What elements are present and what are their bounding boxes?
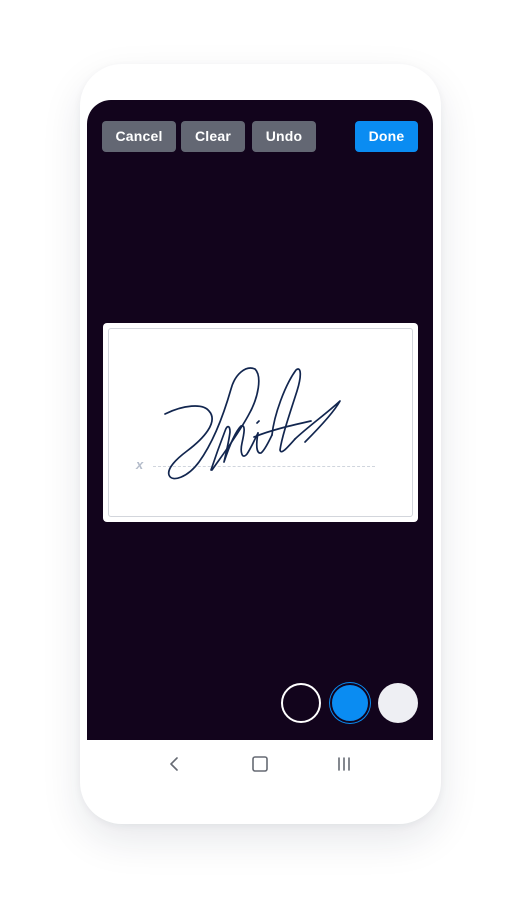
recents-icon[interactable] [330, 750, 358, 778]
home-icon[interactable] [246, 750, 274, 778]
signature-pad[interactable]: x [108, 328, 413, 517]
android-nav-bar [87, 740, 433, 788]
signature-drawing [164, 367, 341, 480]
cancel-button[interactable]: Cancel [102, 121, 176, 152]
signature-screen: Cancel Clear Undo Done x [87, 100, 433, 740]
undo-button[interactable]: Undo [252, 121, 316, 152]
clear-button[interactable]: Clear [181, 121, 245, 152]
color-swatch-white[interactable] [378, 683, 418, 723]
color-swatch-blue[interactable] [330, 683, 370, 723]
done-button[interactable]: Done [355, 121, 418, 152]
back-icon[interactable] [160, 750, 188, 778]
signature-card: x [103, 323, 418, 522]
color-swatch-black[interactable] [281, 683, 321, 723]
